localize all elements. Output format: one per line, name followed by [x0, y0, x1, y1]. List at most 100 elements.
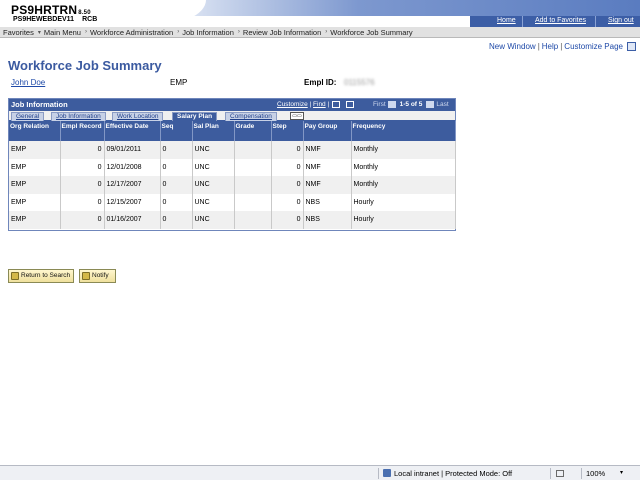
tab-compensation[interactable]: Compensation	[225, 112, 277, 121]
zoom-level[interactable]: 100%	[586, 469, 605, 478]
cell-frequency: Monthly	[351, 158, 456, 176]
download-icon[interactable]	[346, 101, 355, 108]
grid-header: Job Information Customize | Find | First…	[9, 99, 455, 111]
tab-general[interactable]: General	[11, 112, 45, 121]
sign-out-link[interactable]: Sign out	[608, 17, 634, 24]
column-header: Sal Plan	[192, 121, 235, 141]
browser-status-bar: Local intranet | Protected Mode: Off 100…	[0, 465, 640, 480]
cell-frequency: Monthly	[351, 141, 456, 159]
breadcrumb-current-page: Workforce Job Summary	[330, 27, 413, 37]
show-all-columns-icon[interactable]: ▭▭	[290, 112, 304, 120]
table-header-row: Org Relation Empl Record Effective Date …	[9, 121, 456, 141]
return-to-search-button[interactable]: Return to Search	[8, 269, 74, 283]
header-separator	[522, 16, 523, 27]
protected-mode-icon[interactable]	[556, 470, 564, 477]
cell-effective-date: 01/16/2007	[104, 211, 161, 229]
tab-job-information[interactable]: Job Information	[51, 112, 106, 121]
cell-pay-group: NMF	[303, 158, 352, 176]
column-header: Effective Date	[104, 121, 161, 141]
cell-effective-date: 12/15/2007	[104, 193, 161, 211]
user-code: RCB	[82, 16, 98, 23]
search-icon	[11, 272, 19, 280]
breadcrumb-main-menu[interactable]: Main Menu	[41, 28, 85, 37]
cell-frequency: Monthly	[351, 176, 456, 194]
cell-frequency: Hourly	[351, 193, 456, 211]
find-link[interactable]: Find	[313, 101, 326, 108]
cell-grade	[234, 211, 272, 229]
home-link[interactable]: Home	[497, 17, 516, 24]
page-title: Workforce Job Summary	[8, 58, 162, 73]
cell-sal-plan: UNC	[192, 141, 235, 159]
breadcrumb-review-job-info[interactable]: Review Job Information	[240, 28, 325, 37]
new-window-link[interactable]: New Window	[489, 42, 536, 51]
add-to-favorites-link[interactable]: Add to Favorites	[535, 17, 586, 24]
cell-seq: 0	[160, 158, 193, 176]
job-table: Org Relation Empl Record Effective Date …	[9, 121, 456, 229]
cell-grade	[234, 193, 272, 211]
cell-grade	[234, 141, 272, 159]
cell-org-relation: EMP	[9, 211, 61, 229]
cell-seq: 0	[160, 193, 193, 211]
cell-org-relation: EMP	[9, 193, 61, 211]
cell-sal-plan: UNC	[192, 193, 235, 211]
previous-arrow-icon[interactable]	[387, 101, 396, 108]
view-all-icon[interactable]	[332, 101, 341, 108]
column-header: Step	[271, 121, 304, 141]
security-zone[interactable]: Local intranet | Protected Mode: Off	[383, 469, 512, 478]
notify-button[interactable]: Notify	[79, 269, 116, 283]
cell-grade	[234, 176, 272, 194]
grid-navigation: First 1-5 of 5 Last	[373, 101, 449, 108]
cell-effective-date: 12/17/2007	[104, 176, 161, 194]
breadcrumb-job-information[interactable]: Job Information	[179, 28, 238, 37]
cell-seq: 0	[160, 141, 193, 159]
employee-name-link[interactable]: John Doe	[11, 78, 45, 87]
breadcrumb-favorites[interactable]: Favorites	[0, 28, 38, 37]
portal-header: PS9HRTRN8.50 PS9HEWEBDEV11 RCB Home Add t…	[0, 0, 640, 27]
cell-org-relation: EMP	[9, 176, 61, 194]
notify-icon	[82, 272, 90, 280]
row-count: 1-5 of 5	[399, 101, 423, 108]
chevron-down-icon[interactable]: ▾	[620, 469, 623, 476]
cell-sal-plan: UNC	[192, 211, 235, 229]
column-header: Pay Group	[303, 121, 352, 141]
table-row: EMP 0 12/17/2007 0 UNC 0 NMF Monthly	[9, 176, 456, 194]
cell-empl-record: 0	[60, 176, 105, 194]
customize-grid-link[interactable]: Customize	[277, 101, 308, 108]
first-link[interactable]: First	[373, 101, 386, 108]
security-zone-label: Local intranet | Protected Mode: Off	[394, 469, 513, 478]
help-link[interactable]: Help	[542, 42, 558, 51]
cell-effective-date: 12/01/2008	[104, 158, 161, 176]
column-header: Seq	[160, 121, 193, 141]
page-links: New Window | Help | Customize Page	[489, 42, 636, 51]
cell-empl-record: 0	[60, 211, 105, 229]
link-separator: |	[560, 42, 563, 51]
tab-work-location[interactable]: Work Location	[112, 112, 164, 121]
cell-empl-record: 0	[60, 193, 105, 211]
cell-empl-record: 0	[60, 141, 105, 159]
emplid-label: Empl ID:	[304, 78, 337, 87]
breadcrumb: Favorites ▾ Main Menu › Workforce Administ…	[0, 27, 640, 38]
header-swoosh	[116, 0, 206, 27]
breadcrumb-workforce-admin[interactable]: Workforce Administration	[87, 28, 177, 37]
cell-step: 0	[271, 211, 304, 229]
customize-page-link[interactable]: Customize Page	[564, 42, 623, 51]
tab-salary-plan[interactable]: Salary Plan	[172, 112, 218, 121]
last-link[interactable]: Last	[436, 101, 448, 108]
status-divider	[378, 468, 379, 479]
job-information-grid: Job Information Customize | Find | First…	[8, 98, 456, 231]
cell-sal-plan: UNC	[192, 176, 235, 194]
return-to-search-label: Return to Search	[21, 272, 71, 279]
column-header: Empl Record	[60, 121, 105, 141]
cell-seq: 0	[160, 176, 193, 194]
link-separator: |	[537, 42, 540, 51]
header-link-bar: Home Add to Favorites Sign out	[470, 16, 640, 27]
cell-org-relation: EMP	[9, 141, 61, 159]
intranet-icon	[383, 469, 391, 477]
next-arrow-icon[interactable]	[426, 101, 435, 108]
database-name: PS9HEWEBDEV11 RCB	[13, 16, 98, 23]
status-divider	[581, 468, 582, 479]
emplid-value: 0115576	[344, 78, 375, 87]
http-link-icon[interactable]	[627, 42, 636, 51]
table-row: EMP 0 09/01/2011 0 UNC 0 NMF Monthly	[9, 141, 456, 159]
cell-pay-group: NMF	[303, 141, 352, 159]
